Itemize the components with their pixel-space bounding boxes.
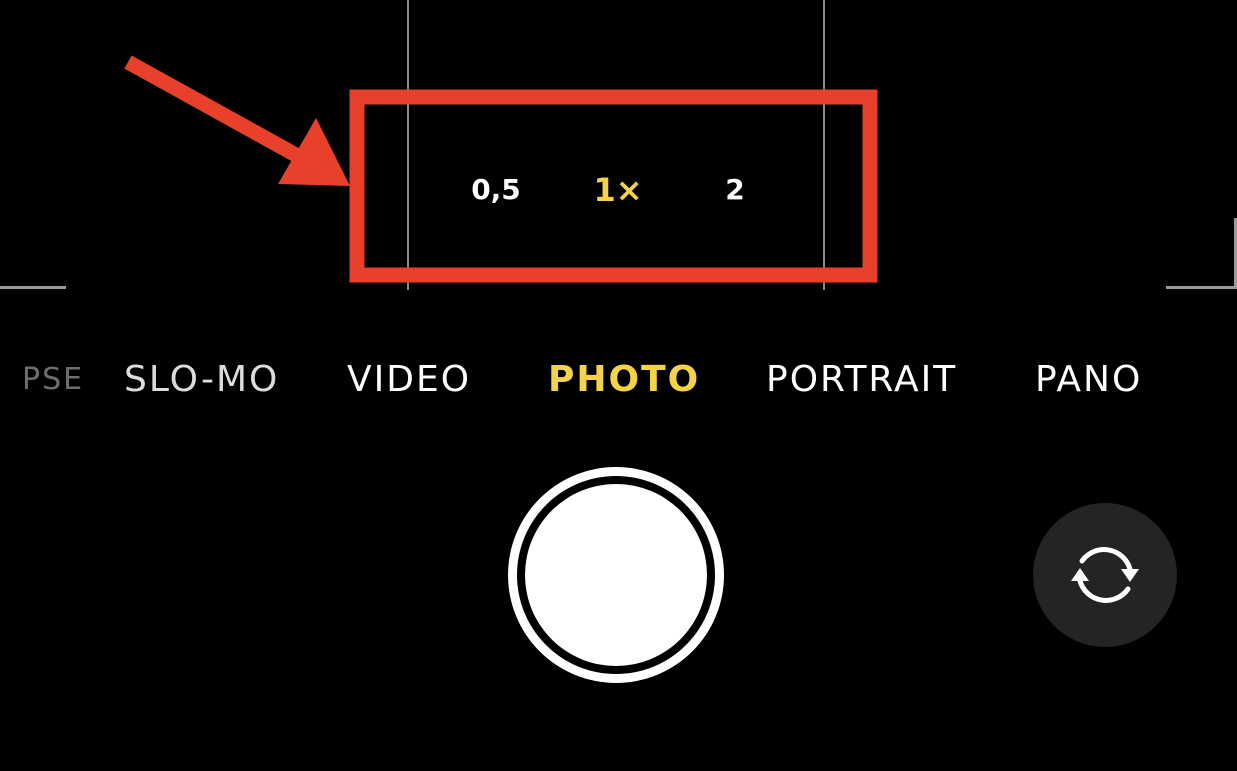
camera-mode-selector: PSE SLO-MO VIDEO PHOTO PORTRAIT PANO bbox=[0, 350, 1237, 410]
mode-pano[interactable]: PANO bbox=[1035, 350, 1142, 410]
frame-edge-left bbox=[0, 286, 66, 289]
zoom-selector: 0,5 1× 2 bbox=[440, 160, 780, 220]
grid-line-vertical-right bbox=[823, 0, 825, 290]
zoom-option-2[interactable]: 2 bbox=[710, 170, 760, 210]
mode-slo-mo[interactable]: SLO-MO bbox=[124, 350, 279, 410]
grid-line-vertical-left bbox=[407, 0, 409, 290]
shutter-button-inner bbox=[525, 484, 707, 666]
camera-flip-icon bbox=[1071, 547, 1139, 603]
mode-video[interactable]: VIDEO bbox=[347, 350, 471, 410]
mode-photo[interactable]: PHOTO bbox=[548, 350, 700, 410]
zoom-option-1x[interactable]: 1× bbox=[580, 170, 656, 210]
mode-portrait[interactable]: PORTRAIT bbox=[766, 350, 957, 410]
frame-edge-right bbox=[1166, 286, 1237, 289]
mode-timelapse[interactable]: PSE bbox=[22, 350, 84, 410]
zoom-option-0-5[interactable]: 0,5 bbox=[460, 170, 532, 210]
flip-camera-button[interactable] bbox=[1033, 503, 1177, 647]
camera-viewfinder[interactable]: 0,5 1× 2 bbox=[0, 0, 1237, 290]
shutter-button[interactable] bbox=[508, 467, 724, 683]
